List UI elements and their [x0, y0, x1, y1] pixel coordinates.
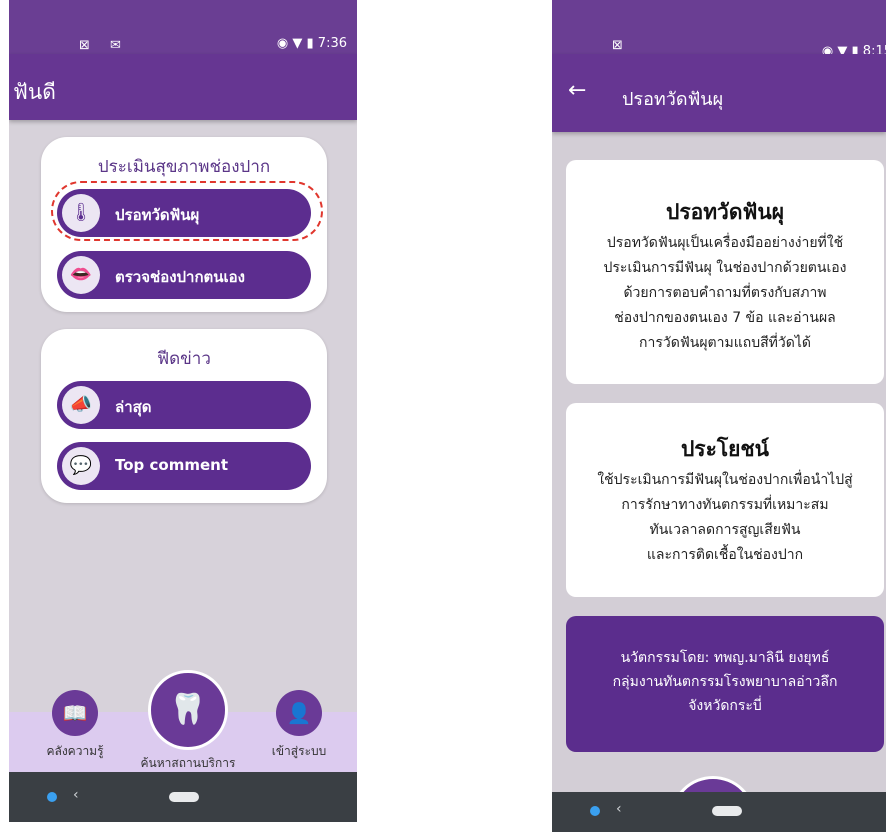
news-feed-card: ฟีดข่าว 📣 ล่าสุด 💬 Top comment: [41, 329, 327, 503]
status-time: 7:36: [317, 36, 347, 51]
button-label: Top comment: [115, 456, 228, 474]
book-icon: 📖: [52, 690, 98, 736]
home-pill-icon[interactable]: [169, 792, 199, 802]
nav-label: คลังความรู้: [46, 744, 104, 758]
benefit-card: ประโยชน์ ใช้ประเมินการมีฟันผุในช่องปากเพ…: [566, 403, 884, 597]
benefit-body: ใช้ประเมินการมีฟันผุในช่องปากเพื่อนำไปสู…: [597, 472, 853, 563]
status-bar: ⊠ ◉ ▼ ▮ 8:15: [552, 0, 886, 59]
status-indicators: ◉ ▼ ▮ 7:36: [277, 36, 347, 51]
back-arrow-icon[interactable]: ←: [568, 78, 586, 103]
tooth-pin-icon: 🦷: [148, 670, 228, 750]
assessment-card: ประเมินสุขภาพช่องปาก 🌡 ปรอทวัดฟันผุ 👄 ตร…: [41, 137, 327, 312]
assessment-card-title: ประเมินสุขภาพช่องปาก: [97, 157, 271, 177]
notification-icons: ⊠ ✉: [79, 38, 129, 53]
button-label: ตรวจช่องปากตนเอง: [115, 268, 246, 286]
latest-news-button[interactable]: 📣 ล่าสุด: [57, 381, 311, 429]
app-title: ฟันดี: [13, 80, 56, 104]
status-bar: ⊠ ✉ ◉ ▼ ▮ 7:36: [9, 0, 357, 54]
app-bar: ฟันดี: [9, 54, 357, 120]
about-body: ปรอทวัดฟันผุเป็นเครื่องมืออย่างง่ายที่ใช…: [603, 235, 847, 351]
highlight-outline: [51, 181, 323, 241]
about-title: ปรอทวัดฟันผุ: [665, 200, 785, 224]
megaphone-icon: 📣: [62, 386, 100, 424]
benefit-title: ประโยชน์: [680, 437, 770, 461]
home-screen: ⊠ ✉ ◉ ▼ ▮ 7:36 ฟันดี ประเมินสุขภาพช่องปา…: [9, 0, 357, 822]
nav-knowledge[interactable]: 📖 คลังความรู้: [33, 690, 117, 761]
back-chevron-icon[interactable]: ‹: [616, 801, 622, 817]
thermometer-info-screen: ⊠ ◉ ▼ ▮ 8:15 ← ปรอทวัดฟันผุ ปรอทวัดฟันผุ…: [552, 0, 886, 832]
nav-find-clinic[interactable]: 🦷 ค้นหาสถานบริการ: [133, 670, 243, 773]
assistant-dot-icon: [590, 806, 600, 816]
nav-label: เข้าสู่ระบบ: [271, 744, 327, 758]
assistant-dot-icon: [47, 792, 57, 802]
user-icon: 👤: [276, 690, 322, 736]
app-title: ปรอทวัดฟันผุ: [622, 89, 724, 110]
nav-label: ค้นหาสถานบริการ: [140, 756, 236, 770]
top-comment-button[interactable]: 💬 Top comment: [57, 442, 311, 490]
about-card: ปรอทวัดฟันผุ ปรอทวัดฟันผุเป็นเครื่องมืออ…: [566, 160, 884, 384]
nav-login[interactable]: 👤 เข้าสู่ระบบ: [259, 690, 339, 761]
system-nav-bar: ‹: [552, 792, 886, 832]
system-nav-bar: ‹: [9, 772, 357, 822]
comment-icon: 💬: [62, 447, 100, 485]
back-chevron-icon[interactable]: ‹: [73, 787, 79, 803]
news-card-title: ฟีดข่าว: [157, 349, 211, 369]
app-bar: ← ปรอทวัดฟันผุ: [552, 54, 886, 132]
notification-icons: ⊠: [612, 38, 631, 53]
signal-icons: ◉ ▼ ▮: [276, 36, 314, 51]
button-label: ล่าสุด: [115, 398, 152, 416]
home-pill-icon[interactable]: [712, 806, 742, 816]
self-oral-exam-button[interactable]: 👄 ตรวจช่องปากตนเอง: [57, 251, 311, 299]
credit-card: นวัตกรรมโดย: ทพญ.มาลินี ยงยุทธ์ กลุ่มงาน…: [566, 616, 884, 752]
lips-icon: 👄: [62, 256, 100, 294]
